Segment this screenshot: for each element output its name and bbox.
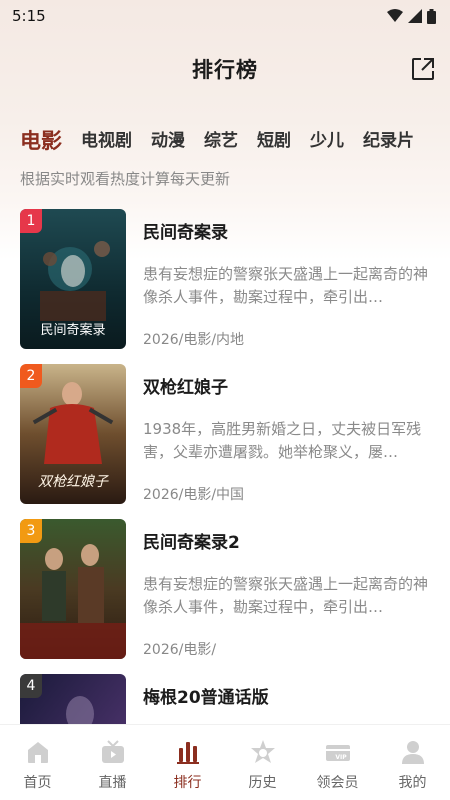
category-tabs: 电影 电视剧 动漫 综艺 短剧 少儿 纪录片 [20,120,450,156]
ranking-icon [176,742,199,764]
item-description: 患有妄想症的警察张天盛遇上一起离奇的神像杀人事件，勘案过程中，牵引出… [143,265,429,306]
item-meta: 2026/电影/ [143,642,217,658]
tab-variety[interactable]: 综艺 [204,126,238,156]
nav-profile[interactable]: 我的 [375,725,450,792]
tab-short-drama[interactable]: 短剧 [257,126,291,156]
history-icon [250,740,275,763]
ranking-subtitle: 根据实时观看热度计算每天更新 [20,170,231,188]
item-title[interactable]: 民间奇案录 [143,218,432,243]
nav-home[interactable]: 首页 [0,725,75,792]
home-icon [27,742,48,763]
wifi-icon [387,9,403,22]
tab-documentary[interactable]: 纪录片 [363,126,414,156]
profile-icon [401,741,424,764]
nav-label: 排行 [173,775,202,791]
item-title[interactable]: 梅根20普通话版 [143,683,432,708]
poster[interactable]: 民间奇案录 1 [20,209,126,349]
rank-badge: 1 [20,209,42,233]
list-item[interactable]: 3 民间奇案录2 患有妄想症的警察张天盛遇上一起离奇的神像杀人事件，勘案过程中，… [20,519,432,674]
status-time: 5:15 [12,7,46,25]
nav-live[interactable]: 直播 [75,725,150,792]
item-meta: 2026/电影/中国 [143,487,245,503]
rank-badge: 4 [20,674,42,698]
rank-badge: 3 [20,519,42,543]
nav-label: 首页 [23,775,52,791]
tab-kids[interactable]: 少儿 [310,126,344,156]
tv-icon [101,740,124,763]
vip-icon: VIP [325,745,350,761]
svg-text:VIP: VIP [335,754,347,761]
nav-label: 历史 [248,775,277,791]
signal-icon [408,9,422,23]
item-title[interactable]: 民间奇案录2 [143,528,432,553]
item-description: 患有妄想症的警察张天盛遇上一起离奇的神像杀人事件，勘案过程中，牵引出… [143,575,429,616]
tab-tv-series[interactable]: 电视剧 [81,126,132,156]
title-bar: 排行榜 [0,44,450,94]
item-meta: 2026/电影/内地 [143,332,245,348]
page-title: 排行榜 [192,58,258,82]
nav-label: 我的 [398,775,427,791]
nav-history[interactable]: 历史 [225,725,300,792]
tab-movie[interactable]: 电影 [20,126,62,156]
poster[interactable]: 3 [20,519,126,659]
nav-ranking[interactable]: 排行 [150,725,225,792]
item-title[interactable]: 双枪红娘子 [143,373,432,398]
nav-label: 领会员 [316,775,359,791]
nav-label: 直播 [98,775,127,791]
nav-vip[interactable]: VIP 领会员 [300,725,375,792]
status-icons [387,8,436,24]
list-item[interactable]: 民间奇案录 1 民间奇案录 患有妄想症的警察张天盛遇上一起离奇的神像杀人事件，勘… [20,209,432,364]
share-icon[interactable] [410,56,436,82]
battery-icon [427,8,436,24]
ranking-list: 民间奇案录 1 民间奇案录 患有妄想症的警察张天盛遇上一起离奇的神像杀人事件，勘… [20,209,432,800]
poster[interactable]: 双枪红娘子 2 [20,364,126,504]
poster-title: 双枪红娘子 [38,474,109,490]
item-description: 1938年，高胜男新婚之日，丈夫被日军残害，父辈亦遭屠戮。她举枪聚义，屡… [143,420,422,461]
tab-anime[interactable]: 动漫 [151,126,185,156]
status-bar: 5:15 [0,0,450,32]
list-item[interactable]: 双枪红娘子 2 双枪红娘子 1938年，高胜男新婚之日，丈夫被日军残害，父辈亦遭… [20,364,432,519]
bottom-nav: 首页 直播 排行 历史 VIP 领会员 我的 [0,724,450,800]
rank-badge: 2 [20,364,42,388]
poster-title: 民间奇案录 [40,322,105,338]
